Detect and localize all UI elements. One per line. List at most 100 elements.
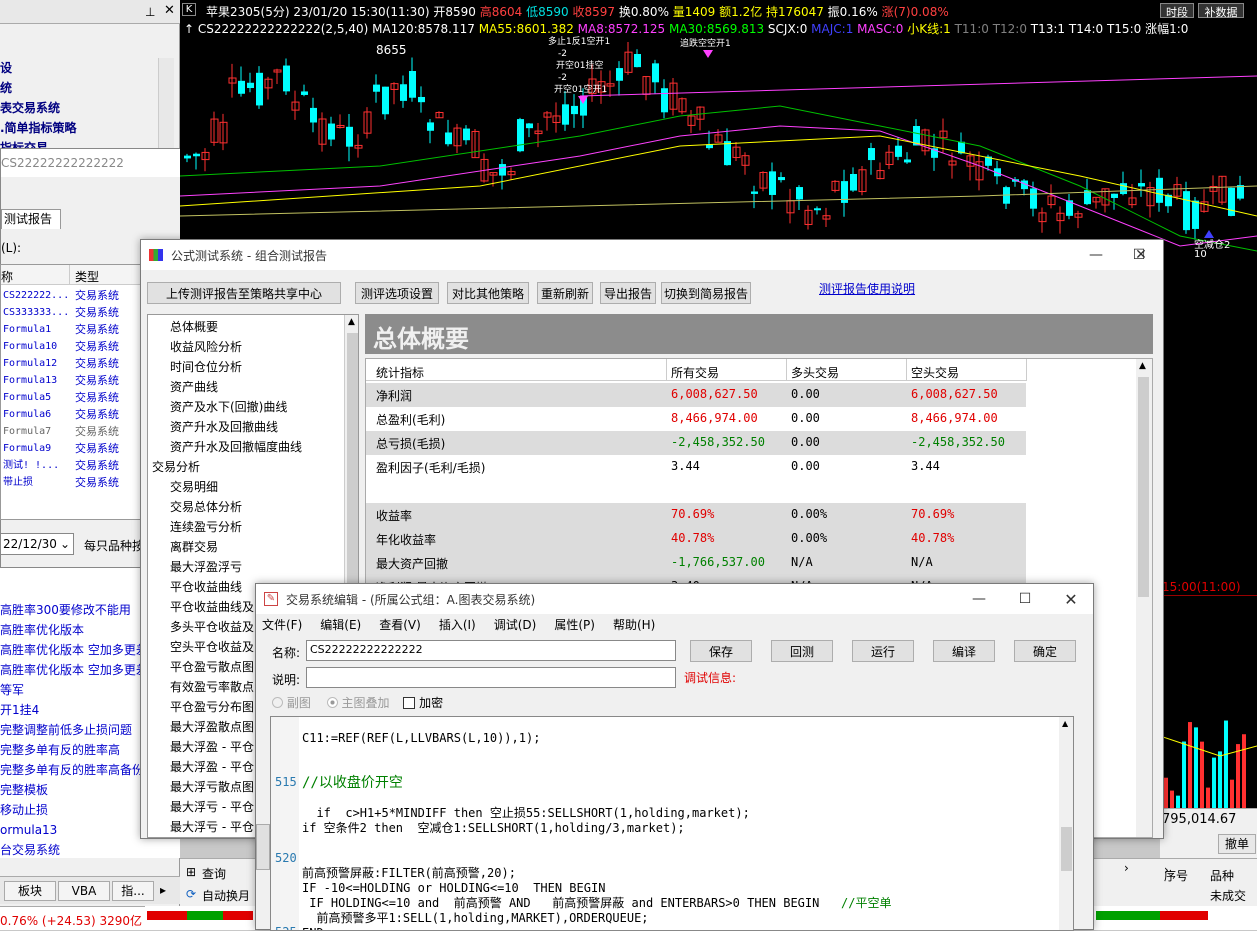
side-scrollbar[interactable] [256, 824, 270, 870]
list-item[interactable]: Formula12 交易系统 [1, 355, 143, 372]
list-item[interactable]: Formula13 交易系统 [1, 372, 143, 389]
date-picker[interactable]: 22/12/30 ⌄ [0, 533, 74, 555]
menu-help[interactable]: 帮助(H) [613, 618, 655, 632]
nav-item[interactable]: 离群交易 [148, 537, 344, 557]
nav-item[interactable]: 交易总体分析 [148, 497, 344, 517]
nav-item[interactable]: 交易明细 [148, 477, 344, 497]
strategy-item[interactable]: 台交易系统 [0, 840, 180, 860]
nav-item[interactable]: 资产及水下(回撤)曲线 [148, 397, 344, 417]
status-bar-red [147, 911, 187, 920]
list-item[interactable]: Formula7 交易系统 [1, 423, 143, 440]
save-button[interactable]: 保存 [690, 640, 752, 662]
menu-view[interactable]: 查看(V) [379, 618, 421, 632]
nav-item[interactable]: 交易分析 [148, 457, 344, 477]
minimize-icon[interactable]: — [1073, 240, 1119, 270]
desc-input[interactable] [306, 667, 676, 688]
tab-vba[interactable]: VBA [58, 881, 110, 901]
run-button[interactable]: 运行 [852, 640, 914, 662]
help-link[interactable]: 测评报告使用说明 [819, 280, 915, 297]
confirm-button[interactable]: 确定 [1014, 640, 1076, 662]
test-options-button[interactable]: 测评选项设置 [355, 282, 439, 304]
list-item[interactable]: Formula6 交易系统 [1, 406, 143, 423]
table-scroll-thumb[interactable] [1138, 377, 1149, 597]
nav-item[interactable]: 资产曲线 [148, 377, 344, 397]
pin-icon[interactable]: ⊥ [145, 5, 155, 19]
list-item[interactable]: CS333333... 交易系统 [1, 304, 143, 321]
close-icon[interactable]: ✕ [164, 3, 175, 18]
list-item[interactable]: CS222222... 交易系统 [1, 287, 143, 304]
nav-item[interactable]: 最大浮盈浮亏 [148, 557, 344, 577]
tree-scrollbar[interactable] [158, 58, 174, 148]
refill-data-button[interactable]: 补数据 [1198, 3, 1244, 19]
chevron-right-icon[interactable]: › [1124, 861, 1129, 875]
list-item[interactable]: Formula10 交易系统 [1, 338, 143, 355]
upload-report-button[interactable]: 上传测评报告至策略共享中心 [147, 282, 341, 304]
minimize-icon[interactable]: — [956, 584, 1002, 614]
nav-item[interactable]: 总体概要 [148, 317, 344, 337]
list-item[interactable]: 测试! !... 交易系统 [1, 457, 143, 474]
code-scroll-thumb[interactable] [1061, 827, 1072, 871]
code-scrollbar[interactable]: ▲ [1059, 717, 1073, 930]
radio-overlay[interactable] [326, 697, 338, 708]
export-report-button[interactable]: 导出报告 [600, 282, 656, 304]
tab-indicator[interactable]: 指... [112, 881, 154, 901]
candle-body [850, 173, 857, 191]
formula-name: CS333333... [3, 307, 70, 318]
backtest-button[interactable]: 回测 [771, 640, 833, 662]
tree-item[interactable]: 表交易系统 [0, 98, 158, 118]
tab-product[interactable]: 品种 [1210, 867, 1234, 884]
expand-icon[interactable]: ⊞ [186, 865, 196, 879]
simple-report-button[interactable]: 切换到简易报告 [661, 282, 751, 304]
nav-scroll-thumb[interactable] [347, 333, 358, 583]
tab-blocks[interactable]: 板块 [4, 881, 56, 901]
chart-k-icon[interactable]: K [182, 3, 196, 16]
tree-item[interactable]: 统 [0, 78, 158, 98]
withdraw-button[interactable]: 撤单 [1218, 834, 1256, 854]
menu-file[interactable]: 文件(F) [262, 618, 302, 632]
tree-item[interactable]: .简单指标策略 [0, 118, 158, 138]
menu-properties[interactable]: 属性(P) [554, 618, 595, 632]
refresh-button[interactable]: 重新刷新 [537, 282, 593, 304]
column-name[interactable]: 称 [1, 268, 13, 285]
column-type[interactable]: 类型 [75, 268, 99, 285]
candle-body [184, 155, 191, 159]
table-scrollbar[interactable]: ▲ [1136, 359, 1152, 837]
scroll-up-icon[interactable]: ▲ [348, 317, 355, 327]
list-item[interactable]: 带止损 交易系统 [1, 474, 143, 491]
nav-item[interactable]: 资产升水及回撤幅度曲线 [148, 437, 344, 457]
list-item[interactable]: Formula5 交易系统 [1, 389, 143, 406]
tree-item[interactable]: 设 [0, 58, 158, 78]
close-icon[interactable]: ✕ [1118, 240, 1164, 270]
menu-debug[interactable]: 调试(D) [494, 618, 537, 632]
name-input[interactable]: CS22222222222222 [306, 640, 676, 661]
formula-list: 称 类型 CS222222... 交易系统 CS333333... 交易系统 Formu… [0, 264, 143, 520]
nav-item[interactable]: 资产升水及回撤曲线 [148, 417, 344, 437]
radio-subchart[interactable] [272, 697, 283, 708]
list-item[interactable]: Formula1 交易系统 [1, 321, 143, 338]
nav-item[interactable]: 收益风险分析 [148, 337, 344, 357]
maximize-icon[interactable]: ☐ [1002, 584, 1048, 614]
list-item[interactable]: Formula9 交易系统 [1, 440, 143, 457]
chevron-right-icon[interactable]: ▸ [160, 883, 166, 897]
nav-item[interactable]: 连续盈亏分析 [148, 517, 344, 537]
all-trades-value: 40.78% [671, 531, 715, 545]
period-button[interactable]: 时段 [1160, 3, 1194, 19]
scroll-up-icon[interactable]: ▲ [1062, 719, 1068, 728]
tab-serial[interactable]: 序号 [1164, 867, 1188, 884]
table-row: 总亏损(毛损) -2,458,352.50 0.00 -2,458,352.50 [366, 431, 1026, 455]
candle-body [301, 91, 308, 95]
scroll-up-icon[interactable]: ▲ [1139, 361, 1146, 371]
auto-roll-item[interactable]: 自动换月 [202, 887, 250, 904]
long-trades-value: 0.00 [791, 387, 820, 401]
close-icon[interactable]: ✕ [1048, 584, 1094, 614]
encrypt-checkbox[interactable] [403, 697, 416, 709]
nav-item[interactable]: 时间仓位分析 [148, 357, 344, 377]
menu-edit[interactable]: 编辑(E) [320, 618, 361, 632]
menu-insert[interactable]: 插入(I) [439, 618, 476, 632]
tab-test-report[interactable]: 测试报告 [1, 209, 61, 229]
header-long: 多头交易 [791, 366, 840, 380]
query-item[interactable]: 查询 [202, 865, 226, 882]
compare-strategy-button[interactable]: 对比其他策略 [447, 282, 529, 304]
code-editor[interactable]: 515 520 525 C11:=REF(REF(L,LLVBARS(L,10)… [270, 716, 1074, 931]
compile-button[interactable]: 编译 [933, 640, 995, 662]
